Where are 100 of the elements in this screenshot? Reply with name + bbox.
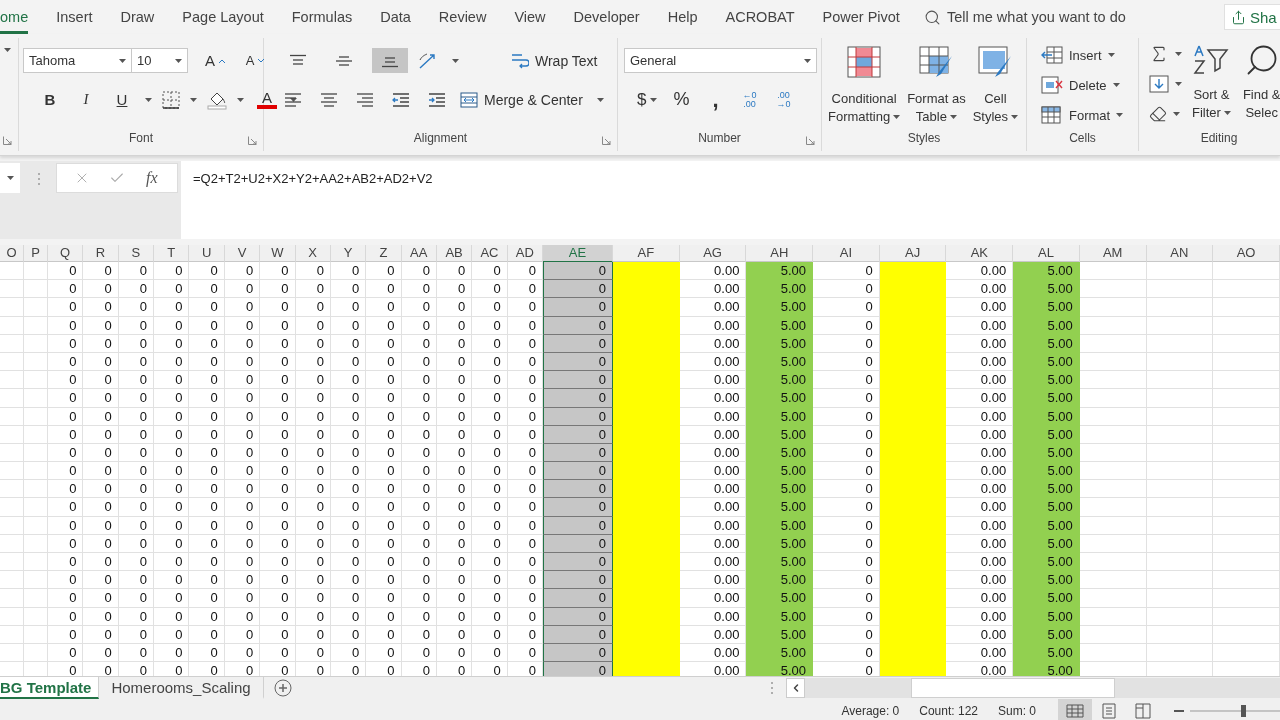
table-cell: 0 [295, 262, 331, 281]
table-cell: 0 [224, 262, 261, 281]
dialog-launcher-icon[interactable] [806, 136, 815, 145]
insert-function-button[interactable]: fx [144, 169, 160, 187]
column-header[interactable]: W [260, 245, 296, 263]
zoom-slider[interactable] [1190, 703, 1280, 718]
ribbon-tab[interactable]: Data [380, 0, 411, 34]
share-button[interactable]: Sha [1224, 4, 1280, 30]
ribbon-tab[interactable]: Developer [573, 0, 640, 34]
column-header[interactable]: AE [543, 245, 614, 263]
column-header[interactable]: R [83, 245, 119, 263]
column-header[interactable]: AG [679, 245, 747, 263]
column-header[interactable]: AO [1213, 245, 1280, 263]
column-header[interactable]: S [118, 245, 155, 263]
increase-decimal-button[interactable]: .00 →0 [770, 87, 797, 112]
underline-button[interactable]: U [109, 87, 135, 112]
column-header[interactable]: AM [1079, 245, 1147, 263]
font-name-dropdown[interactable]: Tahoma [23, 48, 132, 73]
table-cell: 5.00 [1013, 280, 1080, 299]
table-cell: 5.00 [1013, 389, 1080, 408]
fill-button[interactable] [1149, 72, 1182, 96]
styles-button[interactable]: Format as Table [905, 46, 968, 131]
ribbon-tab[interactable]: Review [438, 0, 487, 34]
normal-view-button[interactable] [1058, 699, 1092, 720]
editing-button[interactable]: Find & Selec [1240, 42, 1280, 131]
column-header[interactable]: AL [1013, 245, 1080, 263]
ribbon-tab[interactable]: ACROBAT [725, 0, 795, 34]
table-cell: 0 [543, 589, 614, 608]
merge-center-button[interactable]: Merge & Center [460, 87, 604, 112]
dialog-launcher-icon[interactable] [248, 136, 257, 145]
percent-button[interactable]: % [668, 87, 695, 112]
table-cell: 0 [118, 371, 155, 390]
ribbon-tab[interactable]: Power Pivot [822, 0, 900, 34]
ribbon-tab[interactable]: Draw [120, 0, 155, 34]
table-cell [1213, 480, 1280, 499]
column-header[interactable]: AK [946, 245, 1014, 263]
sheet-tab[interactable]: BG Template [0, 677, 100, 699]
font-color-button[interactable]: A [254, 87, 280, 112]
editing-button[interactable]: Sort & Filter [1190, 42, 1233, 131]
scroll-left-button[interactable] [786, 678, 805, 698]
table-cell: 0 [543, 498, 614, 517]
table-cell: 0 [48, 480, 84, 499]
table-cell: 0 [813, 462, 880, 481]
ribbon-tab[interactable]: Help [667, 0, 698, 34]
ribbon-tab[interactable]: Formulas [291, 0, 353, 34]
column-header[interactable]: Y [330, 245, 367, 263]
formula-field[interactable]: =Q2+T2+U2+X2+Y2+AA2+AB2+AD2+V2 [181, 161, 1280, 239]
font-size-dropdown[interactable]: 10 [132, 48, 188, 73]
cells-button[interactable]: Format [1041, 103, 1134, 127]
grow-font-button[interactable]: A [202, 48, 228, 73]
dialog-launcher-icon[interactable] [3, 136, 12, 145]
column-header[interactable]: AD [507, 245, 544, 263]
name-box-dropdown[interactable] [0, 163, 20, 193]
table-cell: 0 [189, 371, 225, 390]
column-header[interactable]: P [24, 245, 48, 263]
italic-button[interactable]: I [73, 87, 99, 112]
column-header[interactable]: AF [613, 245, 680, 263]
ribbon-tab[interactable]: Insert [56, 0, 93, 34]
table-cell: 5.00 [746, 498, 814, 517]
caret-up-icon [219, 58, 225, 63]
slider-thumb[interactable] [1241, 704, 1246, 717]
column-header[interactable]: Q [48, 245, 84, 263]
cells-button[interactable]: Delete [1041, 73, 1134, 97]
column-header[interactable]: AI [813, 245, 880, 263]
caret-down-icon [258, 58, 265, 63]
table-cell: 5.00 [746, 589, 814, 608]
tell-me-field[interactable]: Tell me what you want to do [946, 9, 1159, 25]
column-header[interactable]: AH [746, 245, 814, 263]
wrap-text-button[interactable]: Wrap Text [511, 48, 598, 73]
table-cell: 0 [260, 262, 296, 281]
column-header[interactable]: AC [472, 245, 508, 263]
column-header[interactable]: T [154, 245, 190, 263]
table-cell [1146, 280, 1214, 299]
bold-button[interactable]: B [37, 87, 63, 112]
styles-button[interactable]: Conditional Formatting [826, 46, 903, 131]
number-format-dropdown[interactable]: General [624, 48, 817, 73]
currency-button[interactable]: $ [634, 87, 661, 112]
column-header[interactable]: AJ [879, 245, 947, 263]
scrollbar-thumb[interactable] [911, 678, 1115, 698]
column-header[interactable]: V [224, 245, 261, 263]
table-cell: 0 [813, 371, 880, 390]
cells-button[interactable]: Insert [1041, 43, 1134, 67]
table-cell: 0 [472, 589, 508, 608]
styles-button[interactable]: Cell Styles [970, 46, 1021, 131]
column-header[interactable]: X [295, 245, 331, 263]
column-header[interactable]: Z [366, 245, 402, 263]
column-header[interactable]: O [0, 245, 24, 263]
column-header[interactable]: AN [1146, 245, 1214, 263]
shrink-font-button[interactable]: A [242, 48, 268, 73]
column-header[interactable]: AA [401, 245, 437, 263]
column-header[interactable]: AB [436, 245, 473, 263]
ribbon-tab[interactable]: View [514, 0, 546, 34]
dialog-launcher-icon[interactable] [602, 136, 611, 145]
vertical-align-button[interactable] [372, 48, 408, 73]
decrease-decimal-button[interactable]: ←0 .00 [736, 87, 763, 112]
column-header[interactable]: U [189, 245, 225, 263]
comma-button[interactable]: , [702, 87, 729, 112]
add-sheet-button[interactable] [273, 677, 292, 699]
ribbon-tab[interactable]: Page Layout [182, 0, 264, 34]
borders-icon[interactable] [162, 90, 180, 109]
